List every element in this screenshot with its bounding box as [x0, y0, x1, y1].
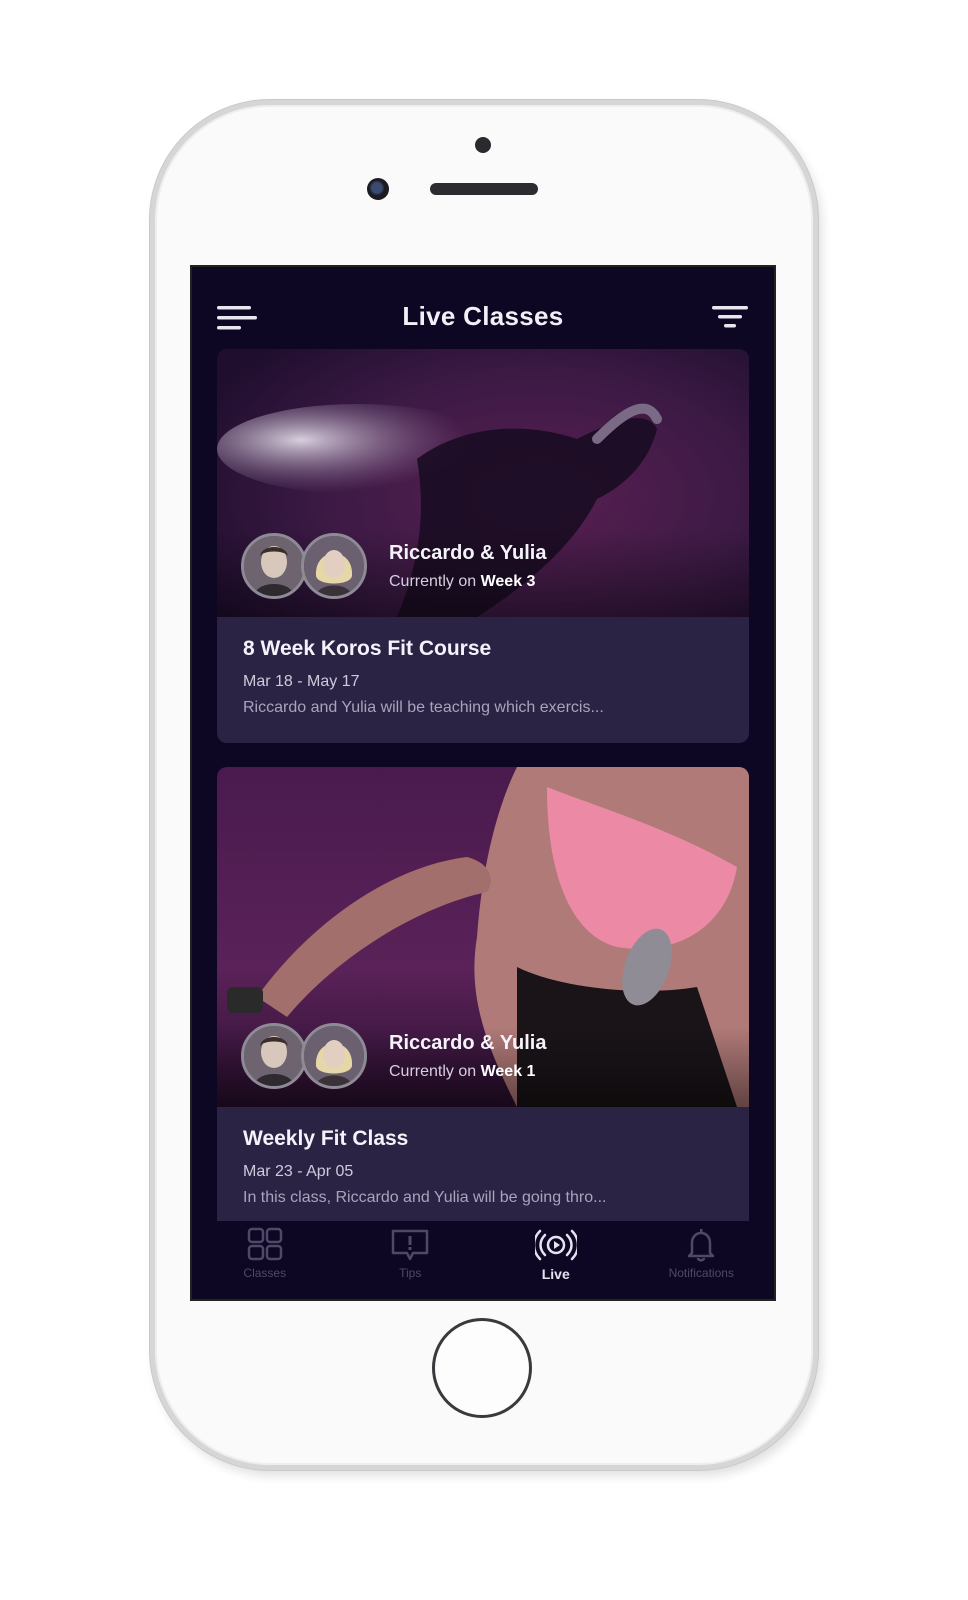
trainer-names: Riccardo & Yulia	[389, 541, 547, 564]
class-title: Weekly Fit Class	[243, 1127, 409, 1150]
bell-icon	[688, 1229, 715, 1262]
class-title: 8 Week Koros Fit Course	[243, 637, 492, 660]
class-description: Riccardo and Yulia will be teaching whic…	[243, 699, 604, 716]
current-week: Currently on Week 1	[389, 1062, 536, 1080]
nav-label: Classes	[243, 1266, 287, 1280]
nav-label: Notifications	[668, 1266, 734, 1280]
class-details: 8 Week Koros Fit Course Mar 18 - May 17 …	[217, 617, 749, 743]
tips-icon	[392, 1229, 429, 1261]
trainer-names: Riccardo & Yulia	[389, 1031, 547, 1054]
class-image: Riccardo & Yulia Currently on Week 1	[217, 767, 749, 1107]
nav-classes[interactable]: Classes	[192, 1221, 338, 1299]
current-week: Currently on Week 3	[389, 572, 536, 590]
page-title: Live Classes	[402, 301, 564, 331]
nav-tips[interactable]: Tips	[338, 1221, 484, 1299]
live-icon	[534, 1229, 577, 1261]
app-screen: Live Classes Riccardo & Yulia Currently …	[190, 265, 776, 1301]
app-header: Live Classes	[192, 267, 774, 347]
trainer-avatar-yulia	[301, 1023, 367, 1089]
nav-label: Live	[541, 1266, 570, 1282]
class-dates: Mar 18 - May 17	[243, 673, 360, 690]
class-description: In this class, Riccardo and Yulia will b…	[243, 1189, 607, 1206]
trainer-info: Riccardo & Yulia Currently on Week 3	[241, 533, 546, 599]
earpiece-speaker	[430, 183, 538, 195]
bottom-navigation: Classes Tips Live Notifications	[192, 1221, 774, 1299]
class-card[interactable]: Riccardo & Yulia Currently on Week 3 8 W…	[217, 349, 749, 743]
nav-live[interactable]: Live	[483, 1221, 629, 1299]
filter-icon[interactable]	[712, 305, 748, 331]
trainer-avatar-riccardo	[241, 533, 307, 599]
grid-icon	[247, 1227, 282, 1261]
trainer-avatar-riccardo	[241, 1023, 307, 1089]
class-details: Weekly Fit Class Mar 23 - Apr 05 In this…	[217, 1107, 749, 1237]
trainer-avatar-yulia	[301, 533, 367, 599]
proximity-sensor	[475, 137, 491, 153]
class-card[interactable]: Riccardo & Yulia Currently on Week 1 Wee…	[217, 767, 749, 1237]
class-image: Riccardo & Yulia Currently on Week 3	[217, 349, 749, 617]
trainer-info: Riccardo & Yulia Currently on Week 1	[241, 1023, 546, 1089]
nav-notifications[interactable]: Notifications	[629, 1221, 775, 1299]
nav-label: Tips	[399, 1266, 422, 1280]
home-button[interactable]	[432, 1318, 532, 1418]
class-dates: Mar 23 - Apr 05	[243, 1163, 354, 1180]
front-camera	[367, 178, 389, 200]
